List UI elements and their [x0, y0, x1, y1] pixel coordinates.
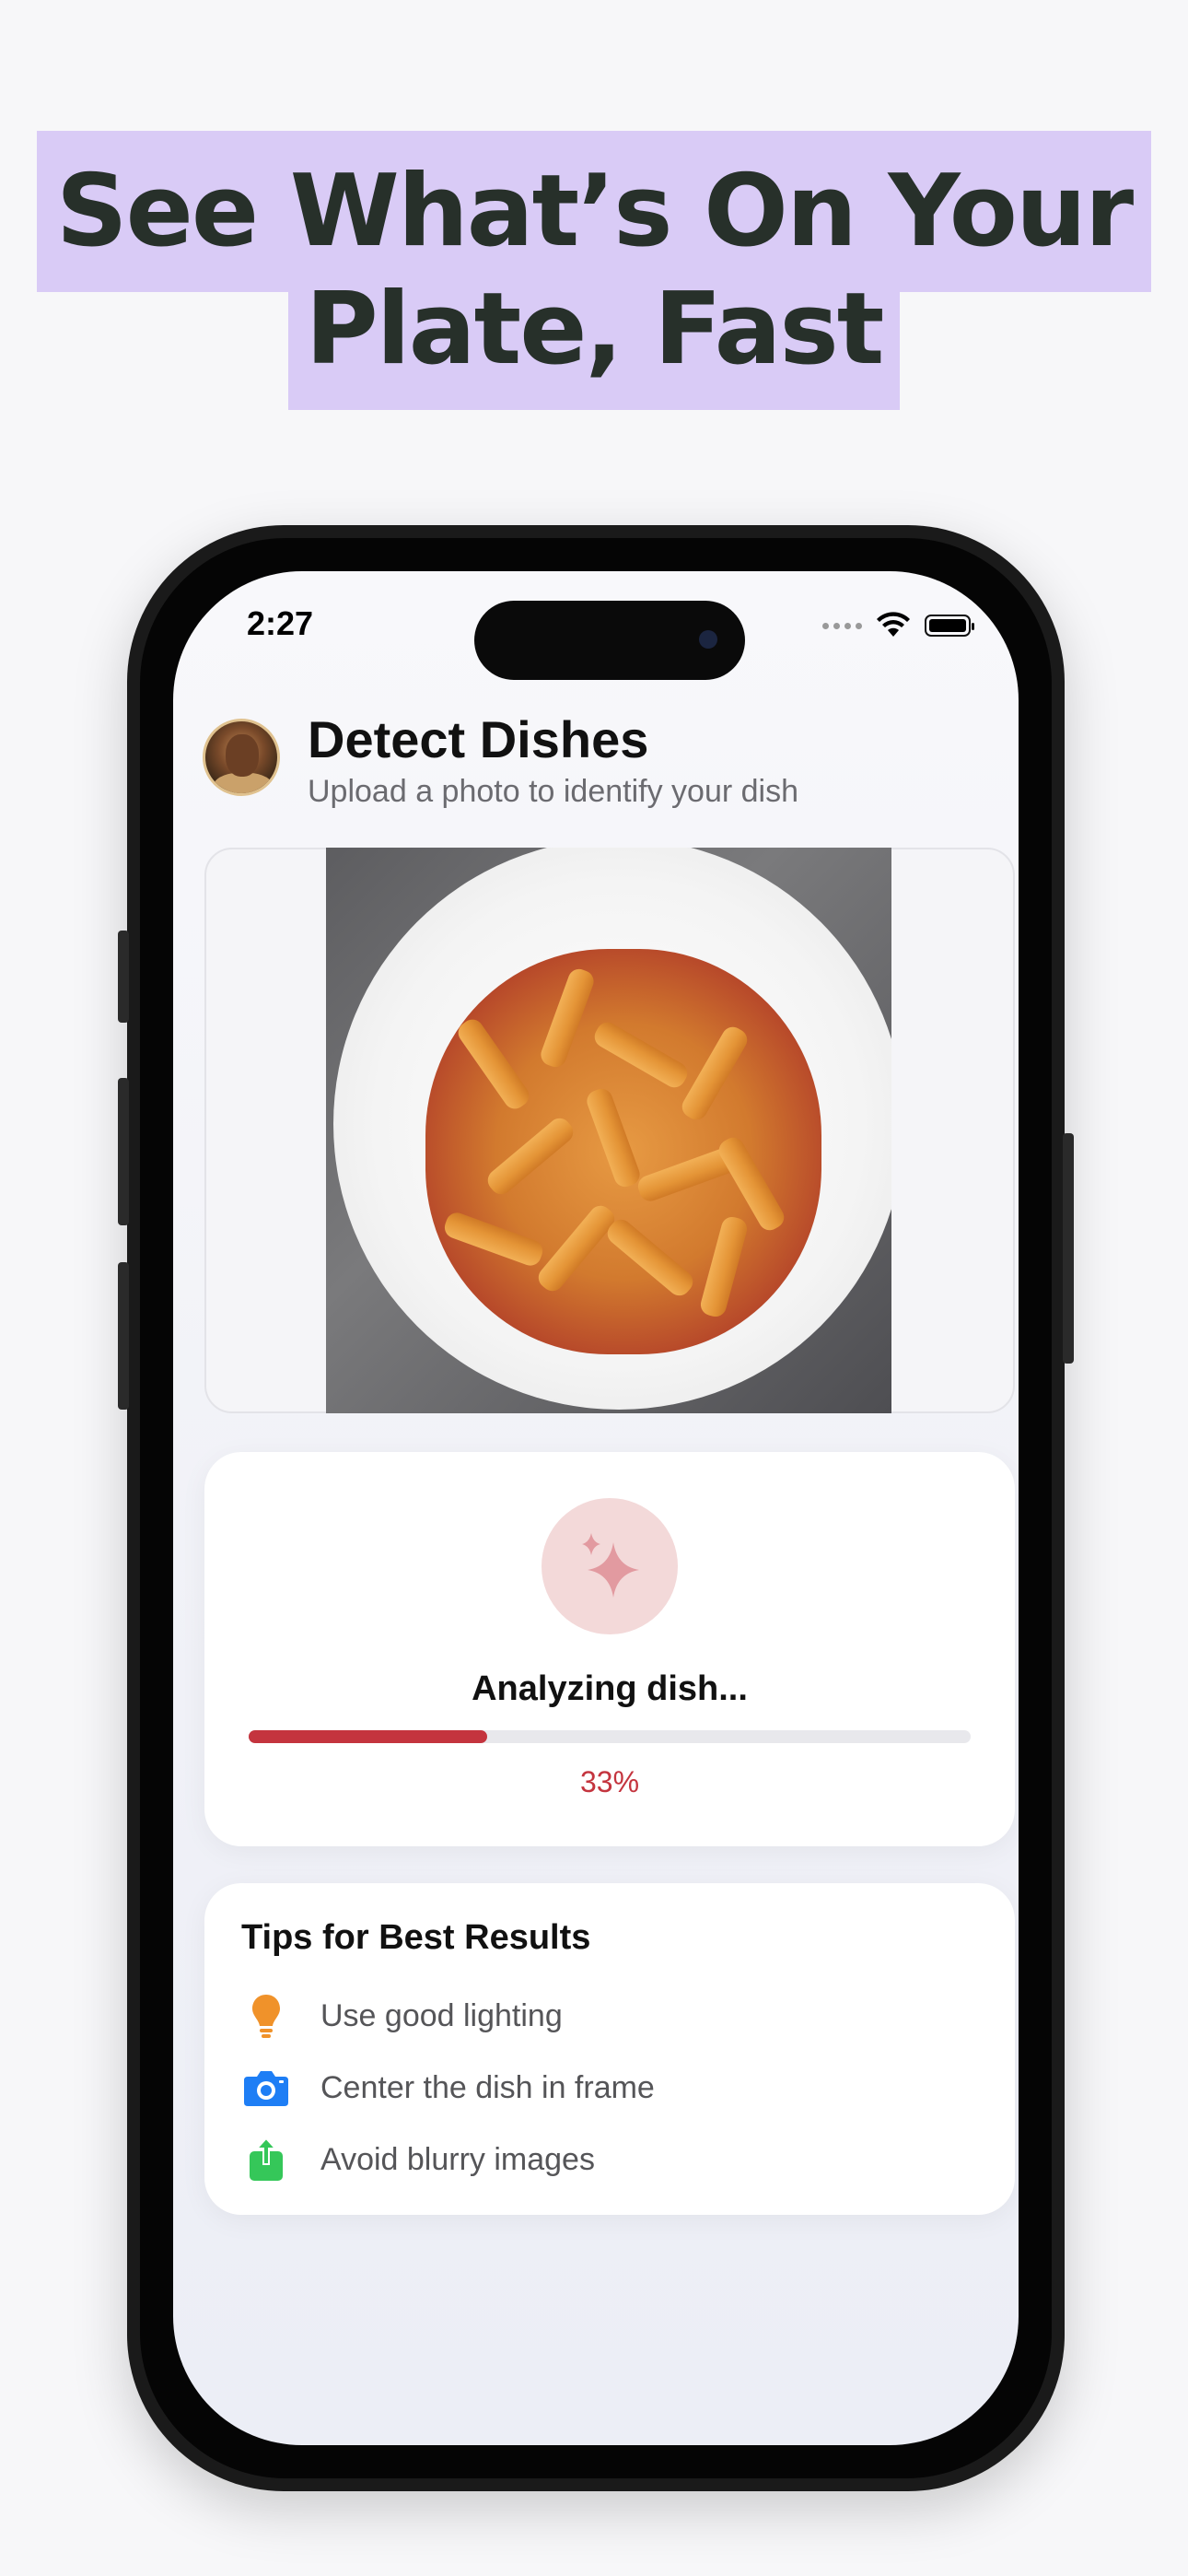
tip-label: Use good lighting — [320, 1997, 563, 2033]
avatar[interactable] — [203, 719, 280, 796]
headline-line-2: Plate, Fast — [288, 249, 900, 410]
sparkle-badge — [542, 1498, 678, 1634]
action-button — [118, 931, 129, 1023]
power-button — [1063, 1133, 1074, 1364]
share-icon — [241, 2135, 291, 2184]
volume-up-button — [118, 1078, 129, 1225]
battery-icon — [925, 615, 974, 637]
tips-title: Tips for Best Results — [241, 1918, 591, 1957]
tip-label: Center the dish in frame — [320, 2069, 655, 2105]
analysis-progress-bar — [249, 1730, 971, 1743]
analysis-status: Analyzing dish... — [472, 1669, 748, 1708]
app-screen: 2:27 Detect Dishes Upload a photo to ide… — [173, 571, 1019, 2445]
page-subtitle: Upload a photo to identify your dish — [308, 774, 799, 809]
dish-photo — [326, 848, 891, 1413]
front-camera-icon — [699, 630, 717, 649]
tips-card: Tips for Best Results Use good lighting — [204, 1883, 1015, 2215]
page-title: Detect Dishes — [308, 710, 649, 768]
tip-item: Center the dish in frame — [241, 2060, 655, 2115]
sparkles-icon — [582, 1533, 639, 1598]
wifi-icon — [877, 612, 910, 637]
analysis-card: Analyzing dish... 33% — [204, 1452, 1015, 1846]
status-icons — [822, 612, 974, 639]
tip-item: Use good lighting — [241, 1988, 563, 2043]
volume-down-button — [118, 1262, 129, 1410]
cellular-signal-icon — [822, 622, 862, 629]
progress-fill — [249, 1730, 487, 1743]
status-time: 2:27 — [247, 604, 314, 642]
dynamic-island — [474, 601, 745, 680]
tip-item: Avoid blurry images — [241, 2132, 595, 2187]
tip-label: Avoid blurry images — [320, 2141, 595, 2177]
camera-icon — [241, 2063, 291, 2113]
lightbulb-icon — [241, 1991, 291, 2041]
progress-percent: 33% — [579, 1765, 640, 1798]
phone-frame: 2:27 Detect Dishes Upload a photo to ide… — [118, 525, 1074, 2491]
